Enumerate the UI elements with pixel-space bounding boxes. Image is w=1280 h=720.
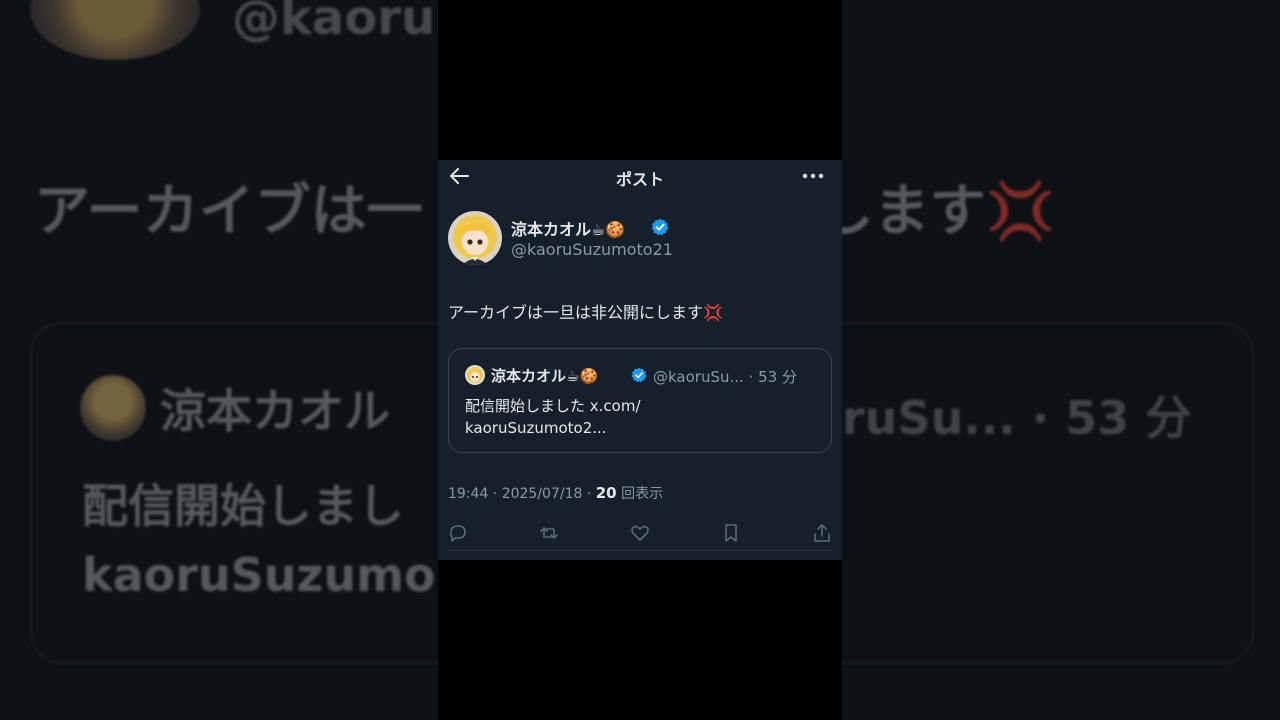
repost-icon[interactable] xyxy=(538,522,560,544)
author-name[interactable]: 涼本カオル☕🍪 xyxy=(511,216,625,240)
quoted-post[interactable]: 涼本カオル☕🍪 @kaoruSu... · 53 分 配信開始しました x.co… xyxy=(448,348,832,453)
views-label: 回表示 xyxy=(616,486,664,502)
share-icon[interactable] xyxy=(811,522,833,544)
quoted-text-line1: 配信開始しました x.com/ xyxy=(465,397,641,415)
background-avatar xyxy=(30,0,200,60)
author-handle[interactable]: @kaoruSuzumoto21 xyxy=(511,240,673,259)
background-text-head: アーカイブは一 xyxy=(34,179,423,244)
post-text-body: アーカイブは一旦は非公開にします xyxy=(448,303,704,322)
divider xyxy=(448,550,832,551)
background-quote-avatar xyxy=(80,375,146,441)
background-handle: @kaoru xyxy=(232,0,436,46)
more-icon[interactable] xyxy=(800,166,826,186)
avatar[interactable] xyxy=(448,211,502,265)
post-text: アーカイブは一旦は非公開にします💢 xyxy=(448,299,723,323)
top-bar: ポスト xyxy=(438,160,842,192)
background-anger-emoji: 💢 xyxy=(985,179,1056,244)
quoted-avatar xyxy=(465,365,485,385)
like-icon[interactable] xyxy=(629,522,651,544)
quoted-meta: @kaoruSu... · 53 分 xyxy=(653,368,797,386)
quoted-author-name: 涼本カオル☕🍪 xyxy=(491,367,599,385)
background-quote-name: 涼本カオル xyxy=(160,384,390,438)
timestamp: 19:44 · 2025/07/18 · xyxy=(448,486,596,502)
background-quote-line1: 配信開始しまし xyxy=(82,479,404,533)
anger-emoji: 💢 xyxy=(703,303,723,322)
verified-badge-icon xyxy=(631,367,647,383)
bookmark-icon[interactable] xyxy=(720,522,742,544)
reply-icon[interactable] xyxy=(447,522,469,544)
action-bar xyxy=(438,520,842,550)
page-title: ポスト xyxy=(615,170,664,189)
background-text-tail: します xyxy=(817,179,986,244)
quoted-text-line2: kaoruSuzumoto2... xyxy=(465,419,607,437)
post-view: ポスト 涼本カオル☕🍪 @kaoruSuzumoto21 アーカイブは一旦は非公… xyxy=(438,160,842,560)
post-meta: 19:44 · 2025/07/18 · 20 回表示 xyxy=(448,483,663,503)
background-quote-line2: kaoruSuzumo xyxy=(82,548,436,602)
views-count: 20 xyxy=(595,484,617,502)
background-quote-meta: ruSu... · 53 分 xyxy=(842,391,1192,445)
verified-badge-icon xyxy=(651,218,669,236)
